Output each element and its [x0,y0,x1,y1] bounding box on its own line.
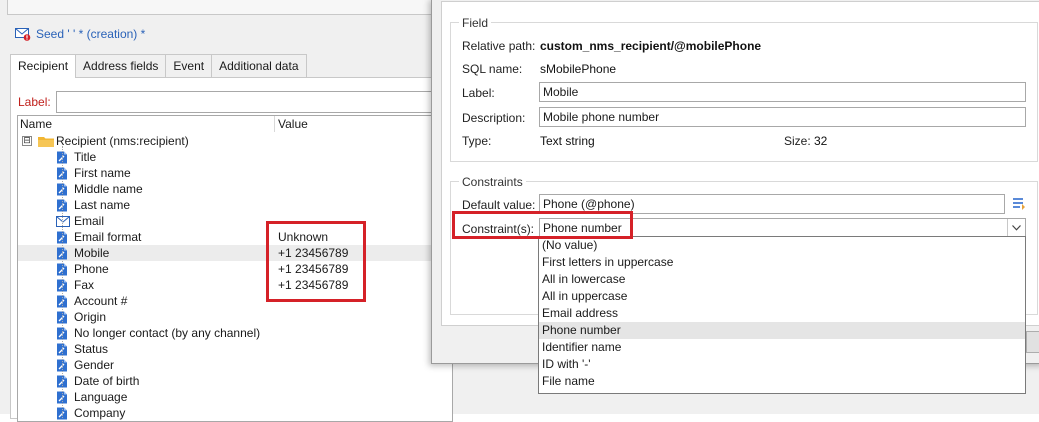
document-title-text: Seed ' ' * (creation) * [36,27,146,41]
column-divider[interactable] [274,116,275,132]
tree-row-label: Middle name [74,182,143,196]
tree-row[interactable]: Gender [18,357,452,373]
tab-recipient[interactable]: Recipient [10,54,77,78]
type-value: Text string [540,134,595,148]
tree-row-label: Fax [74,278,95,292]
tree-row[interactable]: Phone +1 23456789 [18,261,452,277]
tree-row[interactable]: First name [18,165,452,181]
tab-additional-data[interactable]: Additional data [211,54,307,77]
sql-name-value: sMobilePhone [540,62,617,76]
type-label: Type: [462,134,492,148]
tree-row-label: Language [74,390,128,404]
constraint-highlight-box [452,211,633,239]
tree-row[interactable]: Language [18,389,452,405]
relative-path-value: custom_nms_recipient/@mobilePhone [540,39,762,53]
tree-row-label: Email [74,214,105,228]
tree-row[interactable]: Date of birth [18,373,452,389]
label-row: Label: [18,91,458,113]
tree-row[interactable]: Email format Unknown [18,229,452,245]
tree-row-label: Last name [74,198,131,212]
constraint-option[interactable]: ID with '-' [539,356,1025,373]
tree-row[interactable]: Middle name [18,181,452,197]
tree-row[interactable]: Title [18,149,452,165]
tree-row-label: Status [74,342,109,356]
toolbar-strip [7,0,437,15]
sql-name-label: SQL name: [462,62,523,76]
tree-row[interactable]: Status [18,341,452,357]
tree-row[interactable]: Last name [18,197,452,213]
tree-row[interactable]: Origin [18,309,452,325]
constraint-options: (No value) First letters in uppercase All … [539,237,1025,390]
constraint-option[interactable]: Phone number [539,322,1025,339]
constraint-option[interactable]: Email address [539,305,1025,322]
constraint-option[interactable]: All in lowercase [539,271,1025,288]
recipient-tree: Name Value ⊟ Recipient (nms:recipient) T… [17,115,453,422]
size-value: 32 [814,134,828,148]
tree-row-label: Email format [74,230,142,244]
tree-row[interactable]: Email [18,213,452,229]
tree-row[interactable]: Account # [18,293,452,309]
constraint-options-list: (No value) First letters in uppercase All … [538,236,1026,394]
tree-row-label: Date of birth [74,374,140,388]
constraints-group-title: Constraints [459,175,526,189]
field-group: Field Relative path: custom_nms_recipien… [450,16,1038,162]
tree-row-label: Gender [74,358,115,372]
tree-row[interactable]: Company [18,405,452,421]
default-value-label: Default value: [462,198,536,212]
tree-guide-line [62,146,63,418]
tab-bar: Recipient Address fields Event Additiona… [10,54,307,78]
column-header-name[interactable]: Name [20,116,52,132]
constraint-option[interactable]: First letters in uppercase [539,254,1025,271]
dialog-button[interactable] [1026,331,1039,353]
size-label: Size: [784,134,811,148]
description-label: Description: [462,111,526,125]
tree-row-label: No longer contact (by any channel) [74,326,261,340]
tree-root-row[interactable]: ⊟ Recipient (nms:recipient) [18,133,452,149]
tree-row[interactable]: No longer contact (by any channel) [18,325,452,341]
field-label-input[interactable]: Mobile [539,82,1026,102]
constraint-option[interactable]: All in uppercase [539,288,1025,305]
description-input[interactable]: Mobile phone number [539,107,1026,127]
tree-row-label: Account # [74,294,128,308]
tree-row-label: Mobile [74,246,110,260]
tree-root-label: Recipient (nms:recipient) [56,134,189,148]
tree-row-label: First name [74,166,131,180]
field-label-label: Label: [462,86,495,100]
document-title: Seed ' ' * (creation) * [15,27,145,41]
tab-address-fields[interactable]: Address fields [75,54,167,77]
constraint-option[interactable]: (No value) [539,237,1025,254]
column-header-value[interactable]: Value [278,116,308,132]
chevron-down-icon[interactable] [1007,219,1025,237]
label-field-label: Label: [18,95,51,109]
recipient-tab-panel: Label: Name Value ⊟ Recipient (nms:recip… [10,77,458,422]
seed-envelope-icon [15,27,31,41]
tree-row[interactable]: Mobile +1 23456789 [18,245,452,261]
constraint-option[interactable]: File name [539,373,1025,390]
label-input[interactable] [56,91,458,113]
relative-path-label: Relative path: [462,39,536,53]
tree-row-label: Origin [74,310,107,324]
expression-editor-icon[interactable] [1012,196,1026,213]
field-group-title: Field [459,16,492,30]
values-highlight-box [266,221,366,302]
tab-event[interactable]: Event [165,54,213,77]
tree-row[interactable]: Fax +1 23456789 [18,277,452,293]
constraint-option[interactable]: Identifier name [539,339,1025,356]
tree-row-label: Title [74,150,97,164]
tree-row-label: Company [74,406,126,420]
tree-row-label: Phone [74,262,109,276]
collapse-icon[interactable]: ⊟ [22,136,32,146]
